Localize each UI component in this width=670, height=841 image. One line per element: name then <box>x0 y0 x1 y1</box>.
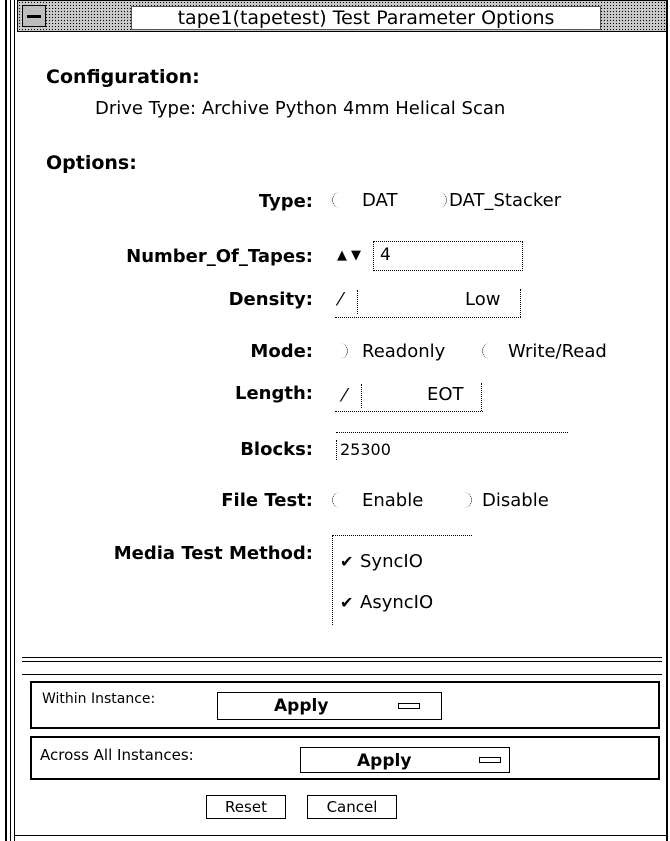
density-menu[interactable]: ⁄ Low <box>335 287 525 319</box>
apply-label: Apply <box>274 696 329 716</box>
radio-icon <box>332 492 342 508</box>
file-test-disable-label: Disable <box>482 490 549 511</box>
number-of-tapes-stepper[interactable]: ▲ ▼ <box>335 243 375 267</box>
radio-icon <box>462 492 472 508</box>
syncio-label: SyncIO <box>360 551 423 572</box>
length-label: Length: <box>235 383 313 404</box>
blocks-input[interactable]: 25300 <box>330 432 570 464</box>
checkbox-syncio[interactable]: ✔ SyncIO <box>334 549 464 575</box>
checkbox-asyncio[interactable]: ✔ AsyncIO <box>334 590 464 616</box>
separator-line <box>22 657 662 658</box>
type-radio-dat-stacker[interactable]: DAT_Stacker <box>435 188 610 214</box>
within-instance-apply-button[interactable]: Apply <box>217 692 442 720</box>
file-test-radio-enable[interactable]: Enable <box>330 488 440 514</box>
reset-button[interactable]: Reset <box>206 795 286 819</box>
mode-radio-readonly[interactable]: Readonly <box>338 339 468 365</box>
separator-line <box>22 661 662 662</box>
window-title: tape1(tapetest) Test Parameter Options <box>131 6 601 30</box>
menu-underline <box>335 411 483 412</box>
group-left-edge <box>332 535 333 625</box>
drive-type-text: Drive Type: Archive Python 4mm Helical S… <box>95 98 506 119</box>
menu-arrow-icon: ⁄ <box>343 385 347 406</box>
increment-arrow-icon[interactable]: ▲ <box>337 248 347 263</box>
within-instance-panel: Within Instance: Apply <box>30 681 660 729</box>
media-test-method-label: Media Test Method: <box>113 543 313 564</box>
menu-edge <box>520 289 521 317</box>
apply-label: Apply <box>357 751 412 771</box>
across-all-instances-label: Across All Instances: <box>40 746 194 764</box>
window-border-right <box>666 0 668 841</box>
menu-arrow-icon: ⁄ <box>339 289 343 310</box>
type-dat-stacker-label: DAT_Stacker <box>449 190 562 211</box>
media-test-method-group: ✔ SyncIO ✔ AsyncIO <box>330 535 475 625</box>
blocks-value: 25300 <box>340 440 391 459</box>
menu-divider <box>357 290 358 314</box>
title-bar[interactable]: tape1(tapetest) Test Parameter Options <box>17 0 667 32</box>
menu-underline <box>335 317 521 318</box>
number-of-tapes-input[interactable]: 4 <box>373 241 523 271</box>
window-border-left-inner <box>10 0 11 841</box>
cancel-button[interactable]: Cancel <box>307 795 397 819</box>
mode-radio-write-read[interactable]: Write/Read <box>480 339 640 365</box>
check-icon: ✔ <box>340 593 354 612</box>
input-top-edge <box>336 432 568 433</box>
type-radio-dat[interactable]: DAT <box>330 188 410 214</box>
number-of-tapes-value: 4 <box>380 245 391 265</box>
window-border-bottom <box>14 835 666 836</box>
file-test-enable-label: Enable <box>362 490 424 511</box>
number-of-tapes-label: Number_Of_Tapes: <box>126 246 313 267</box>
density-label: Density: <box>228 289 313 310</box>
check-icon: ✔ <box>340 552 354 571</box>
radio-icon <box>338 343 348 359</box>
density-value: Low <box>465 289 501 310</box>
radio-icon <box>332 192 342 208</box>
across-all-instances-panel: Across All Instances: Apply <box>30 736 660 780</box>
file-test-radio-disable[interactable]: Disable <box>460 488 570 514</box>
configuration-heading: Configuration: <box>46 66 200 88</box>
mode-write-read-label: Write/Read <box>508 341 607 362</box>
asyncio-label: AsyncIO <box>360 592 434 613</box>
window-border-left-inner2 <box>14 0 15 841</box>
group-top-edge <box>332 535 472 536</box>
decrement-arrow-icon[interactable]: ▼ <box>351 248 361 263</box>
window-menu-button[interactable] <box>22 5 46 27</box>
menu-edge <box>481 383 482 411</box>
window-border-left <box>5 0 7 841</box>
menu-indicator-icon <box>398 703 420 709</box>
separator-line <box>22 674 662 675</box>
mode-readonly-label: Readonly <box>362 341 446 362</box>
radio-icon <box>482 343 492 359</box>
within-instance-label: Within Instance: <box>42 691 156 707</box>
menu-divider <box>361 384 362 408</box>
mode-label: Mode: <box>250 341 313 362</box>
blocks-label: Blocks: <box>240 439 313 460</box>
options-heading: Options: <box>46 152 137 174</box>
type-label: Type: <box>258 191 313 212</box>
length-value: EOT <box>427 384 464 405</box>
length-menu[interactable]: ⁄ EOT <box>335 381 487 413</box>
across-all-instances-apply-button[interactable]: Apply <box>300 747 510 773</box>
type-dat-label: DAT <box>362 190 398 211</box>
input-cursor <box>336 440 337 460</box>
menu-indicator-icon <box>479 757 501 763</box>
file-test-label: File Test: <box>221 490 313 511</box>
radio-icon <box>437 192 447 208</box>
window-menu-icon <box>27 15 41 18</box>
